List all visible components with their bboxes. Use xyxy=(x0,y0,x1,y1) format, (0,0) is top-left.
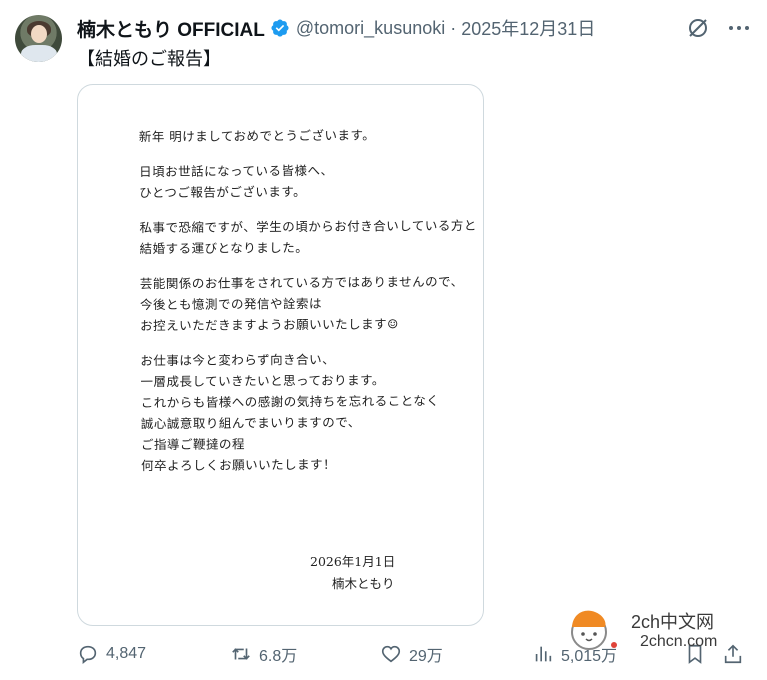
letter-line: 結婚する運びとなりました。 xyxy=(139,239,309,257)
reply-button[interactable]: 4,847 xyxy=(77,641,146,667)
verified-badge-icon xyxy=(271,19,289,37)
tweet-date[interactable]: 2025年12月31日 xyxy=(461,15,595,41)
tweet-image[interactable]: 新年 明けましておめでとうございます。 日頃お世話になっている皆様へ、 ひとつご… xyxy=(77,84,484,626)
letter-line: ご指導ご鞭撻の程 xyxy=(140,436,246,453)
letter-line: これからも皆様への感謝の気持ちを忘れることなく xyxy=(140,393,440,411)
display-name[interactable]: 楠木ともり OFFICIAL xyxy=(77,15,265,42)
header-separator: · xyxy=(450,17,457,38)
letter-paragraph: 芸能関係のお仕事をされている方ではありませんので、 今後とも憶測での発信や詮索は… xyxy=(140,271,470,336)
reply-count: 4,847 xyxy=(106,645,147,662)
signature-name: 楠木ともり xyxy=(332,576,395,591)
letter-line: 何卒よろしくお願いいたします！ xyxy=(141,456,337,474)
letter-line: 一層成長していきたいと思っております。 xyxy=(140,372,385,390)
like-count: 29万 xyxy=(409,648,443,665)
letter-paragraph: 日頃お世話になっている皆様へ、 ひとつご報告がございます。 xyxy=(139,159,469,203)
letter-paragraph: 新年 明けましておめでとうございます。 xyxy=(139,124,469,147)
author-handle[interactable]: @tomori_kusunoki xyxy=(296,18,445,39)
letter-line: 日頃お世話になっている皆様へ、 xyxy=(138,162,334,180)
repost-button[interactable]: 6.8万 xyxy=(230,641,297,667)
letter-line: お仕事は今と変わらず向き合い、 xyxy=(140,351,336,369)
more-icon[interactable] xyxy=(724,13,754,43)
avatar[interactable] xyxy=(15,15,62,62)
letter-line: 私事で恐縮ですが、学生の頃からお付き合いしている方と xyxy=(139,217,477,236)
watermark: 2ch中文网 2chcn.com xyxy=(565,596,765,666)
repost-count: 6.8万 xyxy=(259,648,298,665)
letter-paragraph: 私事で恐縮ですが、学生の頃からお付き合いしている方と 結婚する運びとなりました。 xyxy=(139,215,477,259)
handwritten-letter: 新年 明けましておめでとうございます。 日頃お世話になっている皆様へ、 ひとつご… xyxy=(139,124,477,490)
letter-signature: 2026年1月1日 楠木ともり xyxy=(310,551,395,595)
letter-line: ひとつご報告がございます。 xyxy=(139,183,307,201)
views-icon xyxy=(535,646,552,662)
letter-line: お控えいただきますようお願いいたします☺ xyxy=(140,316,399,334)
avatar-face xyxy=(31,25,47,43)
like-icon xyxy=(381,645,401,663)
more-dot xyxy=(737,26,741,30)
letter-line: 誠心誠意取り組んでまいりますので、 xyxy=(140,414,361,432)
avatar-clothing xyxy=(21,45,57,62)
more-dot xyxy=(745,26,749,30)
like-button[interactable]: 29万 xyxy=(380,641,443,667)
signature-date: 2026年1月1日 xyxy=(310,554,396,569)
repost-icon xyxy=(232,648,250,660)
reply-icon xyxy=(79,645,97,664)
grok-icon[interactable] xyxy=(686,16,710,40)
letter-line: 新年 明けましておめでとうございます。 xyxy=(138,127,376,145)
tweet-text: 【結婚のご報告】 xyxy=(77,49,221,69)
watermark-url: 2chcn.com xyxy=(640,633,718,650)
more-dot xyxy=(729,26,733,30)
letter-line: 芸能関係のお仕事をされている方ではありませんので、 xyxy=(139,273,464,292)
watermark-logo-icon xyxy=(571,610,617,650)
tweet-header: 楠木ともり OFFICIAL @tomori_kusunoki · 2025年1… xyxy=(77,14,595,42)
letter-line: 今後とも憶測での発信や詮索は xyxy=(139,295,323,313)
watermark-title: 2ch中文网 xyxy=(631,612,715,632)
letter-paragraph: お仕事は今と変わらず向き合い、 一層成長していきたいと思っております。 これから… xyxy=(140,348,471,476)
